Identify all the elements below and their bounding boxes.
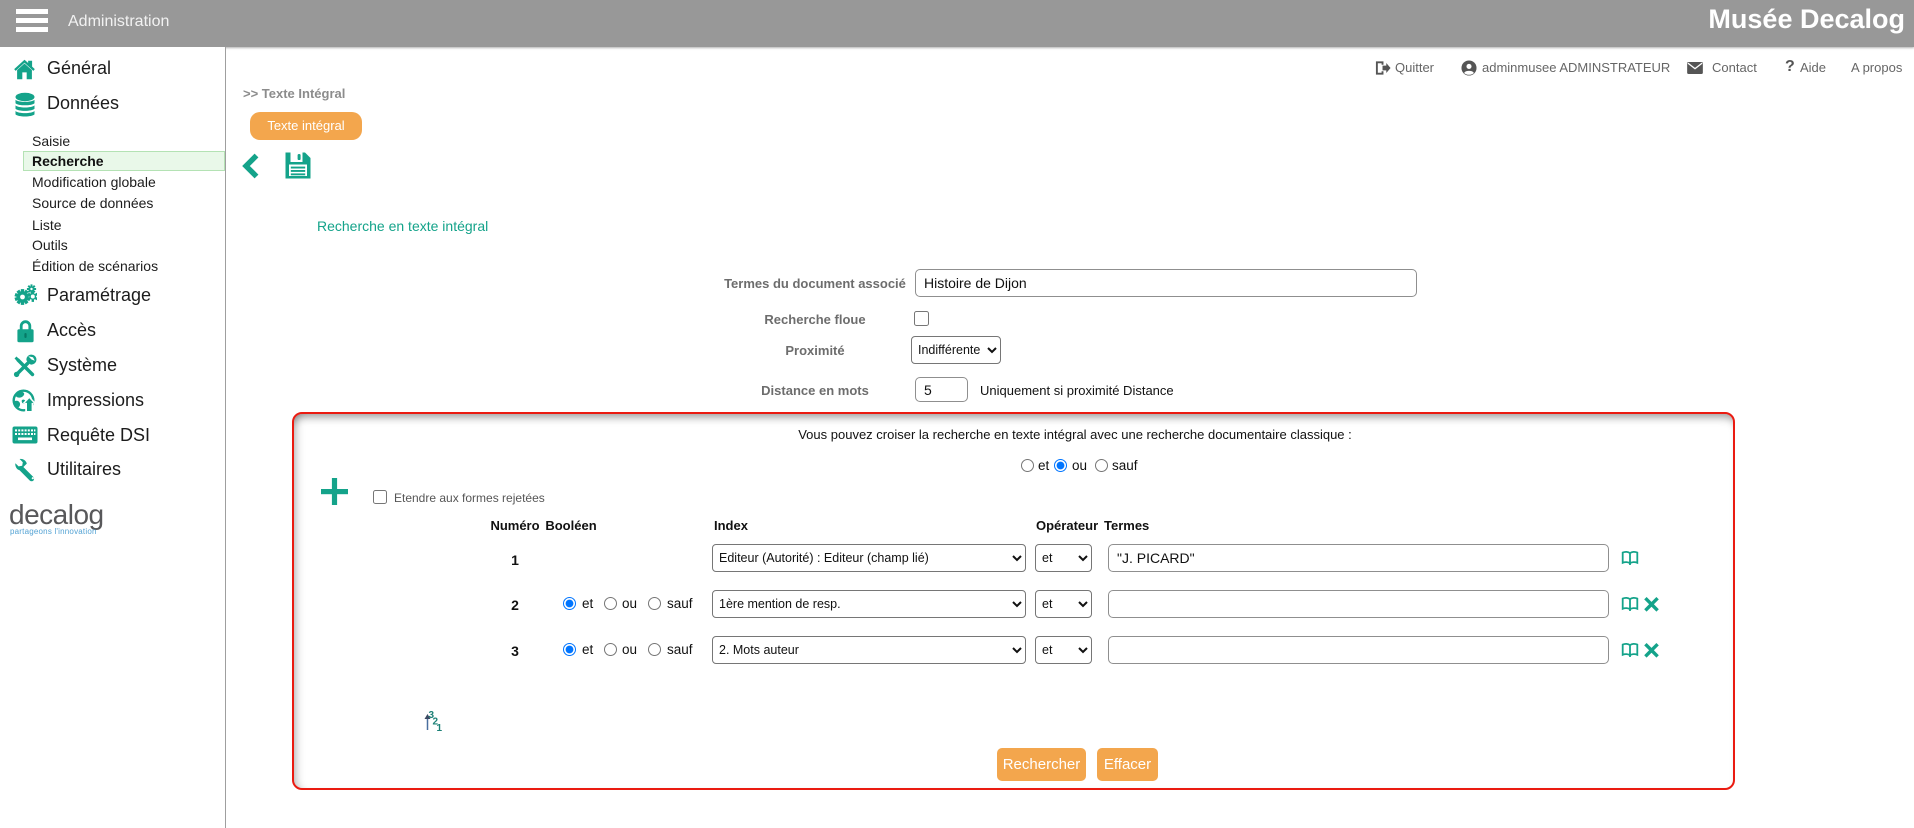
svg-text:1: 1	[437, 723, 443, 734]
